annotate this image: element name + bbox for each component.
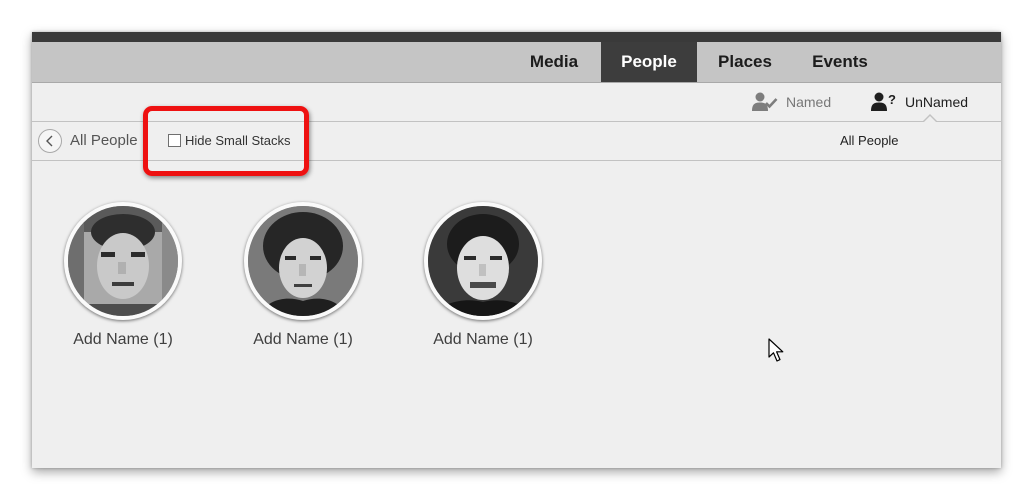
face-photo bbox=[68, 206, 178, 316]
app-window: Media People Places Events Named ? UnNam… bbox=[32, 32, 1001, 468]
mouse-pointer-icon bbox=[768, 338, 784, 362]
filter-bar: All People Hide Small Stacks All People bbox=[32, 122, 1001, 161]
tab-events[interactable]: Events bbox=[794, 42, 886, 82]
scope-label: All People bbox=[840, 133, 899, 148]
face-thumbnail[interactable] bbox=[424, 202, 542, 320]
window-top-strip bbox=[32, 32, 1001, 42]
person-question-icon: ? bbox=[871, 92, 896, 111]
face-thumbnail[interactable] bbox=[64, 202, 182, 320]
person-name-label[interactable]: Add Name (1) bbox=[48, 331, 198, 349]
person-name-label[interactable]: Add Name (1) bbox=[228, 331, 378, 349]
person-name-label[interactable]: Add Name (1) bbox=[408, 331, 558, 349]
hide-small-stacks-toggle[interactable]: Hide Small Stacks bbox=[168, 133, 290, 148]
tab-media[interactable]: Media bbox=[512, 42, 596, 82]
subtab-unnamed[interactable]: ? UnNamed bbox=[871, 83, 968, 121]
person-check-icon bbox=[752, 92, 778, 111]
face-photo bbox=[428, 206, 538, 316]
person-stack[interactable]: Add Name (1) bbox=[48, 202, 198, 349]
svg-text:?: ? bbox=[888, 92, 896, 107]
chevron-left-icon bbox=[46, 135, 53, 147]
subtab-named[interactable]: Named bbox=[752, 83, 831, 121]
tab-people[interactable]: People bbox=[601, 42, 697, 82]
person-stack[interactable]: Add Name (1) bbox=[408, 202, 558, 349]
main-tab-bar: Media People Places Events bbox=[32, 42, 1001, 83]
hide-small-stacks-label: Hide Small Stacks bbox=[185, 133, 291, 148]
back-button[interactable] bbox=[38, 129, 62, 153]
people-subtab-bar: Named ? UnNamed bbox=[32, 83, 1001, 122]
face-photo bbox=[248, 206, 358, 316]
back-all-people-link[interactable]: All People bbox=[70, 122, 138, 160]
subtab-named-label: Named bbox=[786, 94, 832, 110]
subtab-unnamed-label: UnNamed bbox=[905, 94, 969, 110]
tab-places[interactable]: Places bbox=[702, 42, 788, 82]
person-stack[interactable]: Add Name (1) bbox=[228, 202, 378, 349]
hide-small-stacks-checkbox[interactable] bbox=[168, 134, 181, 147]
face-thumbnail[interactable] bbox=[244, 202, 362, 320]
